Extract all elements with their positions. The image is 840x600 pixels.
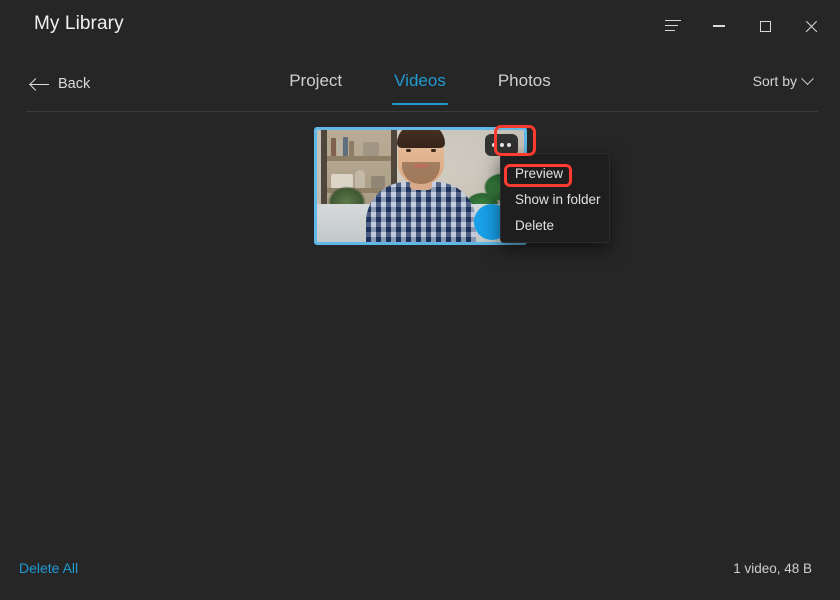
sort-by-label: Sort by	[752, 73, 797, 89]
minimize-button[interactable]	[696, 4, 742, 48]
maximize-icon	[759, 20, 771, 32]
tab-videos[interactable]: Videos	[392, 71, 448, 105]
footer-bar: Delete All 1 video, 48 B	[0, 548, 840, 600]
tab-photos-label: Photos	[497, 71, 551, 90]
menu-item-delete[interactable]: Delete	[501, 212, 609, 238]
close-icon	[805, 20, 818, 33]
maximize-button[interactable]	[742, 4, 788, 48]
video-card[interactable]	[314, 127, 527, 245]
tab-photos[interactable]: Photos	[496, 71, 553, 105]
chevron-down-icon	[801, 71, 814, 85]
delete-all-button[interactable]: Delete All	[19, 560, 78, 576]
title-bar: My Library	[0, 0, 840, 56]
tab-project-label: Project	[289, 71, 343, 90]
library-stats: 1 video, 48 B	[733, 561, 812, 576]
menu-item-show-in-folder[interactable]: Show in folder	[501, 186, 609, 212]
minimize-icon	[713, 25, 725, 27]
sort-by-button[interactable]: Sort by	[752, 71, 814, 89]
menu-item-preview-label: Preview	[515, 165, 564, 181]
tab-project[interactable]: Project	[287, 71, 344, 105]
window-controls	[650, 0, 834, 52]
close-button[interactable]	[788, 4, 834, 48]
navigation-bar: Back Project Videos Photos Sort by	[0, 56, 840, 112]
media-grid	[0, 112, 840, 552]
menu-item-show-in-folder-label: Show in folder	[515, 191, 601, 207]
menu-button[interactable]	[650, 4, 696, 48]
tab-bar: Project Videos Photos	[0, 56, 840, 112]
context-menu: Preview Show in folder Delete	[500, 153, 610, 243]
menu-item-preview[interactable]: Preview	[501, 160, 609, 186]
tab-videos-label: Videos	[394, 71, 446, 90]
menu-item-delete-label: Delete	[515, 217, 555, 233]
hamburger-menu-icon	[665, 20, 681, 32]
page-title: My Library	[34, 13, 124, 34]
